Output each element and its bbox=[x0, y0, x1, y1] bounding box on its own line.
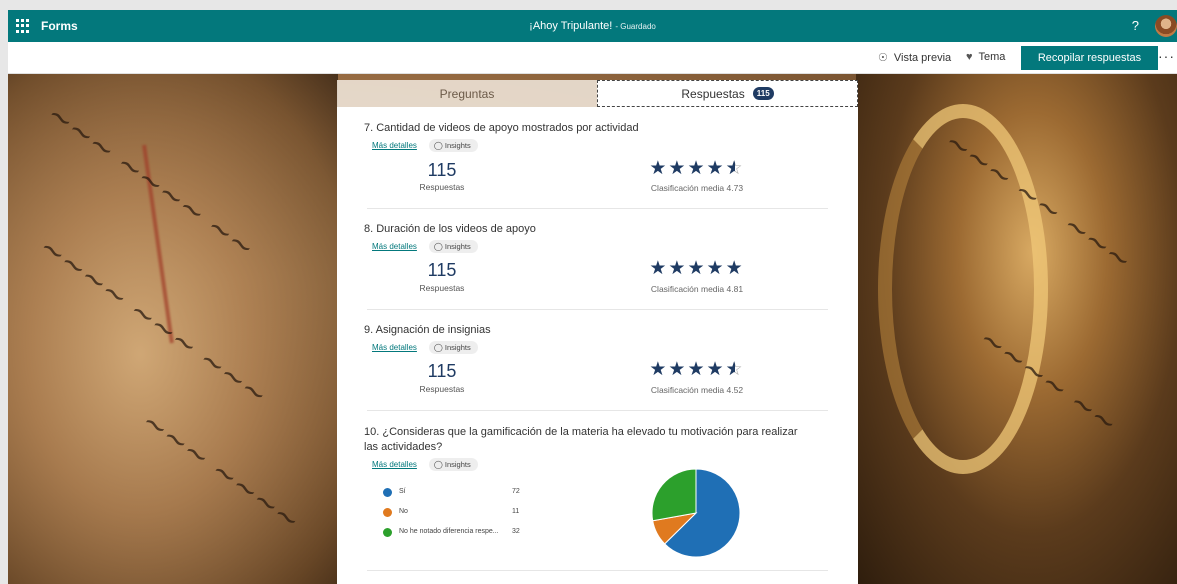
question-9-rating-stars: ★★★★☆★ bbox=[642, 358, 752, 381]
tab-responses-label: Respuestas bbox=[681, 86, 745, 101]
question-9-insights-button[interactable]: ◯ Insights bbox=[428, 341, 478, 354]
question-7-more-details-link[interactable]: Más detalles bbox=[372, 141, 417, 150]
collect-responses-button[interactable]: Recopilar respuestas bbox=[1021, 46, 1158, 70]
question-8-average-rating: Clasificación media 4.81 bbox=[650, 284, 744, 294]
insights-label: Insights bbox=[444, 343, 471, 352]
lightbulb-icon: ◯ bbox=[433, 242, 443, 251]
question-9-response-label: Respuestas bbox=[419, 384, 465, 394]
star-icon: ★ bbox=[687, 258, 707, 279]
question-9-average-rating: Clasificación media 4.52 bbox=[650, 385, 744, 395]
preview-label: Vista previa bbox=[893, 51, 952, 64]
legend-item: No 11 bbox=[383, 507, 533, 519]
question-8-more-details-link[interactable]: Más detalles bbox=[372, 242, 417, 251]
question-7-response-label: Respuestas bbox=[419, 182, 465, 192]
form-title: ¡Ahoy Tripulante! - Guardado bbox=[8, 20, 1177, 32]
question-8-rating-stars: ★★★★★ bbox=[642, 257, 752, 280]
legend-swatch-no bbox=[383, 508, 392, 517]
more-options-button[interactable]: ··· bbox=[1158, 48, 1175, 64]
divider bbox=[367, 570, 828, 571]
legend-value: 11 bbox=[512, 508, 520, 515]
question-7-average-rating: Clasificación media 4.73 bbox=[650, 183, 744, 193]
question-10-title: 10. ¿Consideras que la gamificación de l… bbox=[364, 426, 798, 453]
divider bbox=[367, 309, 828, 310]
responses-panel[interactable]: 7. Cantidad de videos de apoyo mostrados… bbox=[337, 107, 858, 584]
command-bar: ☉ Vista previa ♥ Tema Recopilar respuest… bbox=[8, 42, 1177, 74]
question-10-more-details-link[interactable]: Más detalles bbox=[372, 460, 417, 469]
form-title-text: ¡Ahoy Tripulante! bbox=[529, 20, 613, 32]
star-icon: ★ bbox=[687, 158, 707, 179]
star-icon: ★ bbox=[649, 359, 669, 380]
insights-label: Insights bbox=[444, 141, 471, 150]
question-9-response-count: 115 bbox=[427, 361, 457, 381]
avatar[interactable] bbox=[1155, 15, 1177, 37]
question-10-links: Más detalles ◯ Insights bbox=[372, 458, 478, 471]
star-icon: ★ bbox=[668, 359, 688, 380]
theme-label: Tema bbox=[978, 51, 1006, 63]
pie-slice-no-difference[interactable] bbox=[651, 468, 697, 522]
tab-questions[interactable]: Preguntas bbox=[337, 80, 597, 107]
insights-label: Insights bbox=[444, 242, 471, 251]
question-7-title: 7. Cantidad de videos de apoyo mostrados… bbox=[364, 122, 639, 134]
tab-questions-label: Preguntas bbox=[439, 86, 495, 101]
star-icon: ★ bbox=[668, 158, 688, 179]
question-7-insights-button[interactable]: ◯ Insights bbox=[428, 139, 478, 152]
divider bbox=[367, 410, 828, 411]
star-icon: ★ bbox=[649, 158, 669, 179]
legend-label: No bbox=[399, 508, 408, 515]
question-9-title: 9. Asignación de insignias bbox=[364, 324, 491, 336]
lightbulb-icon: ◯ bbox=[433, 460, 443, 469]
question-7-response-count: 115 bbox=[427, 160, 457, 180]
palette-icon: ♥ bbox=[966, 51, 973, 63]
help-button[interactable]: ? bbox=[1132, 18, 1139, 33]
question-9-links: Más detalles ◯ Insights bbox=[372, 341, 478, 354]
question-8-insights-button[interactable]: ◯ Insights bbox=[428, 240, 478, 253]
lightbulb-icon: ◯ bbox=[433, 343, 443, 352]
star-icon: ★ bbox=[706, 258, 726, 279]
app-header: Forms ¡Ahoy Tripulante! - Guardado ? bbox=[8, 10, 1177, 42]
insights-label: Insights bbox=[444, 460, 471, 469]
legend-label: Sí bbox=[399, 488, 406, 495]
star-icon: ★ bbox=[725, 258, 745, 279]
divider bbox=[367, 208, 828, 209]
legend-item: No he notado diferencia respe... 32 bbox=[383, 527, 533, 539]
star-icon: ★ bbox=[649, 258, 669, 279]
star-icon: ★ bbox=[706, 158, 726, 179]
legend-value: 72 bbox=[512, 488, 520, 495]
question-9-more-details-link[interactable]: Más detalles bbox=[372, 343, 417, 352]
legend-label: No he notado diferencia respe... bbox=[399, 528, 499, 535]
preview-button[interactable]: ☉ Vista previa bbox=[878, 51, 952, 65]
lightbulb-icon: ◯ bbox=[433, 141, 443, 150]
tab-responses[interactable]: Respuestas 115 bbox=[597, 80, 858, 107]
legend-swatch-no-difference bbox=[383, 528, 392, 537]
theme-button[interactable]: ♥ Tema bbox=[966, 51, 1005, 63]
question-8-response-label: Respuestas bbox=[419, 283, 465, 293]
view-tabs: Preguntas Respuestas 115 bbox=[337, 80, 858, 107]
responses-count-badge: 115 bbox=[752, 87, 774, 100]
star-icon: ★ bbox=[706, 359, 726, 380]
question-8-title: 8. Duración de los videos de apoyo bbox=[364, 223, 536, 235]
star-icon: ☆★ bbox=[725, 158, 745, 179]
legend-value: 32 bbox=[512, 528, 520, 535]
save-status: - Guardado bbox=[615, 22, 656, 31]
star-icon: ☆★ bbox=[725, 359, 745, 380]
legend-swatch-si bbox=[383, 488, 392, 497]
question-7-links: Más detalles ◯ Insights bbox=[372, 139, 478, 152]
question-7-rating-stars: ★★★★☆★ bbox=[642, 157, 752, 180]
question-8-links: Más detalles ◯ Insights bbox=[372, 240, 478, 253]
star-icon: ★ bbox=[668, 258, 688, 279]
star-icon: ★ bbox=[687, 359, 707, 380]
eye-icon: ☉ bbox=[878, 52, 888, 64]
question-8-response-count: 115 bbox=[427, 260, 457, 280]
question-10-insights-button[interactable]: ◯ Insights bbox=[428, 458, 478, 471]
motivation-pie-chart[interactable] bbox=[650, 467, 742, 559]
legend-item: Sí 72 bbox=[383, 487, 533, 499]
